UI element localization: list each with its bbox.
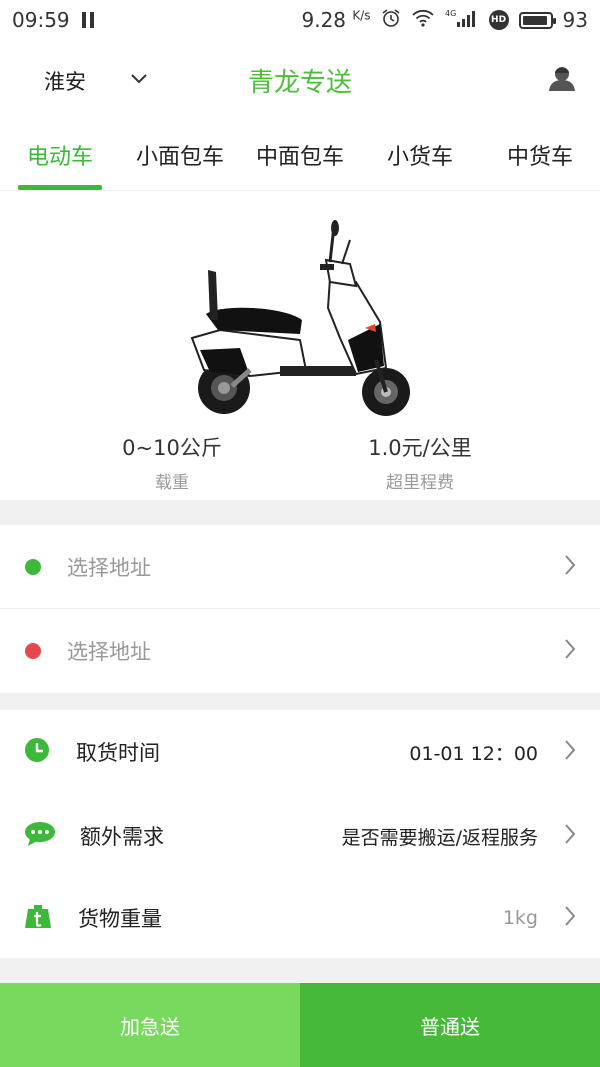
vehicle-panel: 0~10公斤 载重 1.0元/公里 超里程费	[0, 192, 600, 500]
tab-medium-van[interactable]: 中面包车	[240, 125, 360, 190]
chevron-right-icon	[564, 823, 576, 849]
dropoff-address-placeholder: 选择地址	[67, 640, 151, 664]
svg-text:4G: 4G	[445, 9, 456, 18]
battery-level: 93	[562, 8, 588, 32]
cargo-weight-label: 货物重量	[78, 907, 162, 931]
pickup-address-row[interactable]: 选择地址	[0, 525, 600, 609]
section-divider	[0, 500, 600, 525]
status-bar: 09:59 9.28 K/s 4G HD 93	[0, 0, 600, 40]
pickup-address-placeholder: 选择地址	[67, 555, 151, 580]
electric-scooter-image	[190, 220, 410, 416]
pickup-dot-icon	[25, 558, 41, 575]
tab-small-truck[interactable]: 小货车	[360, 125, 480, 190]
cargo-weight-row[interactable]: 货物重量 1kg	[0, 878, 600, 958]
section-divider	[0, 693, 600, 710]
pickup-time-row[interactable]: 取货时间 01-01 12：00	[0, 710, 600, 794]
extra-requirements-value: 是否需要搬运/返程服务	[341, 826, 538, 849]
dropoff-address-row[interactable]: 选择地址	[0, 609, 600, 693]
chevron-right-icon	[564, 905, 576, 931]
extra-requirements-label: 额外需求	[80, 825, 164, 849]
urgent-delivery-button[interactable]: 加急送	[0, 983, 300, 1067]
chevron-right-icon	[564, 554, 576, 580]
pickup-time-label: 取货时间	[76, 741, 160, 765]
chat-bubble-icon	[24, 821, 56, 851]
fee-value: 1.0元/公里	[368, 436, 472, 460]
pickup-time-value: 01-01 12：00	[409, 742, 538, 765]
battery-icon	[518, 11, 556, 29]
weight-icon	[24, 903, 52, 933]
load-capacity: 0~10公斤 载重	[72, 432, 272, 493]
signal-icon: 4G	[445, 8, 479, 33]
chevron-right-icon	[564, 638, 576, 664]
network-speed: 9.28 K/s	[301, 8, 371, 32]
user-profile-icon[interactable]	[548, 64, 576, 96]
normal-delivery-button[interactable]: 普通送	[300, 983, 600, 1067]
tab-electric-bike[interactable]: 电动车	[0, 125, 120, 190]
load-value: 0~10公斤	[122, 436, 222, 460]
dropoff-dot-icon	[25, 643, 41, 659]
extra-requirements-row[interactable]: 额外需求 是否需要搬运/返程服务	[0, 794, 600, 878]
hd-voice-icon: HD	[488, 10, 509, 30]
app-header: 淮安 青龙专送	[0, 40, 600, 118]
status-time: 09:59	[12, 8, 70, 32]
vehicle-type-tabs: 电动车 小面包车 中面包车 小货车 中货车	[0, 125, 600, 191]
fee-label: 超里程费	[386, 473, 454, 493]
alarm-icon	[381, 8, 401, 33]
pause-icon	[81, 12, 94, 28]
clock-icon	[24, 737, 50, 767]
section-divider	[0, 958, 600, 983]
page-title: 青龙专送	[247, 68, 352, 98]
tab-small-van[interactable]: 小面包车	[120, 125, 240, 190]
load-label: 载重	[155, 473, 189, 493]
chevron-right-icon	[564, 739, 576, 765]
extra-mileage-fee: 1.0元/公里 超里程费	[320, 432, 520, 493]
tab-medium-truck[interactable]: 中货车	[480, 125, 600, 190]
cargo-weight-value: 1kg	[502, 907, 538, 929]
wifi-icon	[411, 8, 435, 33]
